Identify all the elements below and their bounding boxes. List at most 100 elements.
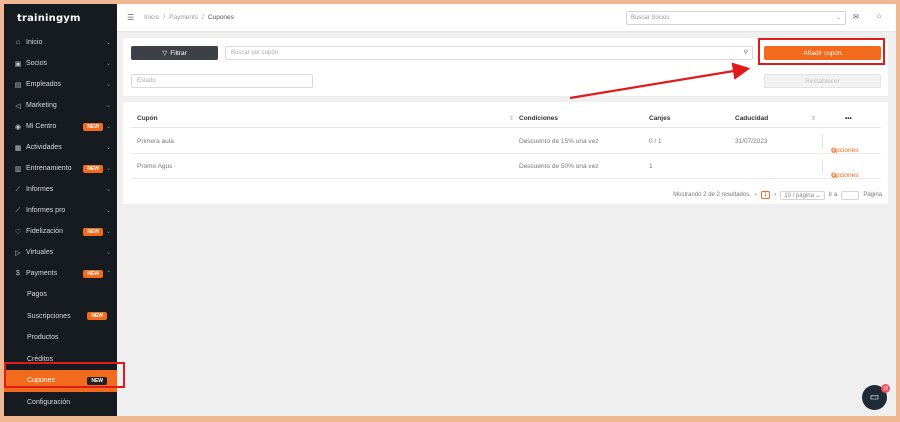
cell-cupon: Promo Agus [137,163,173,170]
header-condiciones[interactable]: Condiciones [519,115,558,122]
highlight-cupones [4,362,125,388]
sidebar-item-virtuales[interactable]: ▷ Virtuales ⌄ [4,242,117,263]
sidebar-item-actividades[interactable]: ▦ Actividades ⌄ [4,137,117,158]
virtual-icon: ▷ [15,249,21,257]
new-badge: NEW [83,227,103,236]
new-badge: NEW [83,164,103,173]
cell-canjes: 1 [649,163,653,170]
sidebar-item-informes-pro[interactable]: ⟋ Informes pro ⌄ [4,200,117,221]
row-options-label: Opciones [831,147,859,154]
breadcrumb-current: Cupones [207,14,234,21]
chevron-down-icon: ⌄ [105,40,111,46]
brand-logo[interactable]: trainingym [4,4,117,32]
sidebar-item-informes[interactable]: ⟋ Informes ⌄ [4,179,117,200]
sidebar-item-empleados[interactable]: ▤ Empleados ⌄ [4,74,117,95]
status-select[interactable]: Estado [131,74,313,88]
filter-button-label: Filtrar [170,49,187,57]
goto-page-input[interactable] [841,190,860,200]
highlight-add-coupon [758,38,885,65]
chevron-down-icon: ⌄ [105,61,111,67]
chevron-down-icon: ⌄ [105,82,111,88]
table-header: Cupón ⇕ Condiciones Canjes Caducidad ⇕ •… [131,110,881,128]
chevron-down-icon: ⌄ [105,187,111,193]
search-members-placeholder: Buscar Socios [631,15,670,21]
chevron-down-icon: ⌄ [105,145,111,151]
search-members-select[interactable]: Buscar Socios ⌄ [626,11,846,25]
top-bar: ☰ Inicio / Payments / Cupones Buscar Soc… [117,4,896,32]
coupon-search-input[interactable]: Buscar por cupón ⚲ [225,46,753,60]
sidebar-item-marketing[interactable]: ◁ Marketing ⌄ [4,95,117,116]
cell-caducidad: 31/07/2023 [735,138,768,145]
breadcrumb-separator: / [163,14,166,21]
menu-toggle-icon[interactable]: ☰ [127,13,134,22]
chevron-up-icon: ⌃ [105,271,111,277]
sidebar-item-label: Payments [26,270,58,277]
sidebar-item-label: Socios [26,60,48,67]
table-row[interactable]: Primera aula Descuento de 15% una vez 0 / … [131,129,881,155]
search-icon[interactable]: ⚲ [744,49,748,56]
more-actions-icon[interactable]: ••• [845,115,852,122]
filter-button[interactable]: ▽ Filtrar [131,46,218,60]
column-divider [822,159,823,174]
sidebar-item-label: Informes [26,186,54,193]
sort-icon[interactable]: ⇕ [509,115,514,122]
sort-icon[interactable]: ⇕ [811,115,816,122]
sidebar-item-payments[interactable]: $ Payments NEW ⌃ [4,263,117,284]
pagination: Mostrando 2 de 2 resultados. ‹ 1 › 10 / … [673,190,882,200]
sidebar-item-socios[interactable]: ▣ Socios ⌄ [4,53,117,74]
marketing-icon: ◁ [15,102,21,110]
subnav-item-pagos[interactable]: Pagos [4,284,117,306]
chevron-down-icon: ⌄ [105,166,111,172]
subnav-item-suscripciones[interactable]: Suscripciones NEW [4,306,117,328]
sidebar-item-fidelización[interactable]: ♡ Fidelización NEW ⌄ [4,221,117,242]
payments-subnav: Pagos Suscripciones NEW Productos Créditos Cu… [4,284,117,413]
breadcrumb-inicio[interactable]: Inicio [144,14,159,21]
chat-bubble-icon: ▭ [869,392,880,403]
next-page-icon[interactable]: › [774,192,776,198]
chevron-down-icon: ⌄ [105,229,111,235]
sidebar-item-label: Virtuales [26,249,54,256]
header-caducidad[interactable]: Caducidad [735,115,768,122]
sidebar-item-label: Marketing [26,102,57,109]
sidebar-nav: ⌂ Inicio ⌄ ▣ Socios ⌄ ▤ Empleados ⌄ ◁ Marketing ⌄ ◉ M… [4,32,117,284]
home-icon[interactable]: ⌂ [877,13,881,20]
heart-icon: ♡ [14,228,22,236]
chevron-down-icon: ⌄ [105,208,111,214]
subnav-item-label: Productos [27,334,59,342]
per-page-select[interactable]: 10 / página ⌄ [780,190,825,200]
chevron-down-icon: ⌄ [105,250,111,256]
table-row[interactable]: Promo Agus Descuento de 50% una vez 1 ⚙ Opc… [131,154,881,180]
prev-page-icon[interactable]: ‹ [755,192,757,198]
mail-icon[interactable]: ✉ [853,13,859,21]
reports-icon: ⟋ [15,185,21,193]
sidebar-item-label: Empleados [26,81,62,88]
cell-canjes: 0 / 1 [649,138,662,145]
new-badge: NEW [83,122,103,131]
reset-button[interactable]: Restablecer [764,74,881,88]
header-cupon[interactable]: Cupón [137,115,158,122]
chevron-down-icon: ⌄ [835,15,841,21]
column-divider [822,134,823,149]
members-icon: ▣ [14,60,22,68]
subnav-item-label: Configuración [27,398,71,406]
sidebar-item-mi-centro[interactable]: ◉ Mi Centro NEW ⌄ [4,116,117,137]
header-canjes[interactable]: Canjes [649,115,670,122]
new-badge: NEW [87,312,107,321]
chevron-down-icon: ⌄ [105,103,111,109]
breadcrumb: Inicio / Payments / Cupones [144,14,234,21]
payments-icon: $ [16,270,20,277]
app-frame: trainingym ⌂ Inicio ⌄ ▣ Socios ⌄ ▤ Empleados ⌄ ◁ M… [4,4,896,416]
sidebar-item-inicio[interactable]: ⌂ Inicio ⌄ [4,32,117,53]
sidebar-item-label: Informes pro [26,207,66,214]
sidebar-item-label: Mi Centro [26,123,57,130]
cell-condiciones: Descuento de 50% una vez [519,163,599,170]
cell-condiciones: Descuento de 15% una vez [519,138,599,145]
sidebar-item-label: Inicio [26,39,43,46]
breadcrumb-payments[interactable]: Payments [169,14,198,21]
goto-label: Ir a [828,192,838,198]
current-page-button[interactable]: 1 [760,191,771,199]
subnav-item-configuración[interactable]: Configuración [4,392,117,414]
chat-unread-badge: 15 [881,384,890,393]
subnav-item-productos[interactable]: Productos [4,327,117,349]
sidebar-item-entrenamiento[interactable]: ▥ Entrenamiento NEW ⌄ [4,158,117,179]
